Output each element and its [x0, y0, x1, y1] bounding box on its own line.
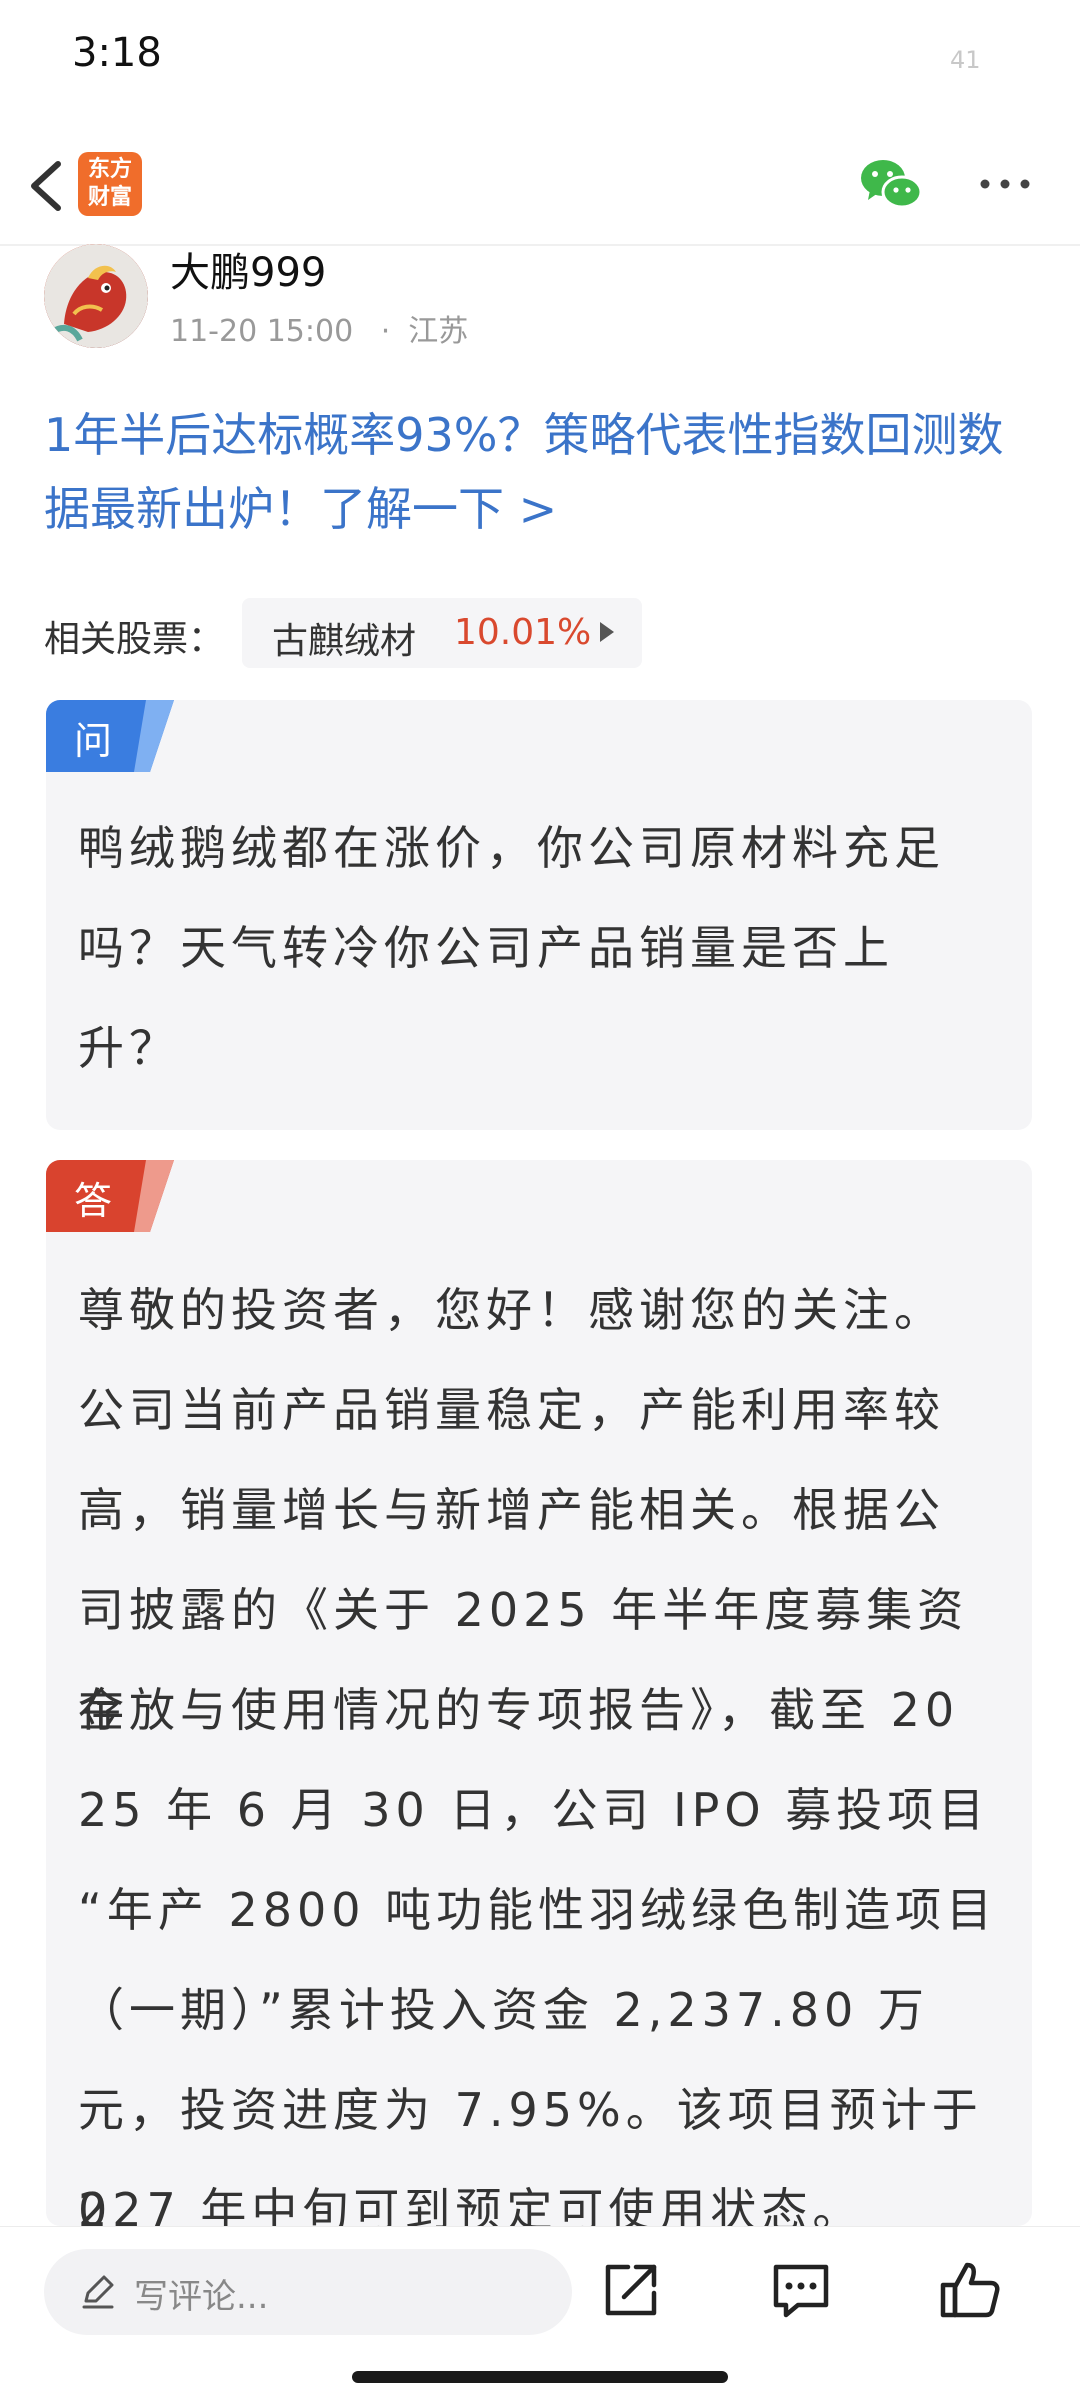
nav-bar: 东方 财富 — [0, 130, 1080, 246]
post-location: 江苏 — [408, 314, 469, 349]
question-tag-label: 问 — [74, 719, 113, 763]
app-logo[interactable]: 东方 财富 — [78, 152, 142, 216]
share-icon — [605, 2264, 657, 2316]
question-line: 鸭绒鹅绒都在涨价，你公司原材料充足 — [78, 821, 945, 875]
stock-change: 10.01% — [454, 612, 592, 653]
answer-line: 027 年中旬可到预定可使用状态。 — [78, 2183, 864, 2226]
status-bar: 3:18 41 — [0, 0, 1080, 120]
logo-line-1: 东方 — [87, 157, 132, 182]
thumbs-up-icon — [940, 2262, 1000, 2318]
answer-card: 答 尊敬的投资者，您好！感谢您的关注。 公司当前产品销量稳定，产能利用率较 高，… — [46, 1160, 1032, 2226]
answer-line: 高，销量增长与新增产能相关。根据公 — [78, 1483, 945, 1537]
post-date: 11-20 15:00 — [170, 314, 354, 349]
chevron-left-icon — [31, 161, 61, 211]
avatar[interactable] — [44, 244, 148, 348]
comment-input[interactable]: 写评论... — [44, 2249, 572, 2335]
play-arrow-icon — [600, 622, 614, 642]
promo-link[interactable]: 1年半后达标概率93%？策略代表性指数回测数据最新出炉！了解一下 > — [44, 398, 1044, 546]
answer-line: “年产 2800 吨功能性羽绒绿色制造项目 — [78, 1883, 998, 1937]
author-meta: 11-20 15:00 · 江苏 — [170, 306, 486, 350]
author-name[interactable]: 大鹏999 — [170, 240, 326, 298]
share-button[interactable] — [598, 2257, 664, 2323]
pen-icon — [82, 2275, 114, 2309]
answer-line: 公司当前产品销量稳定，产能利用率较 — [78, 1383, 945, 1437]
answer-line: 25 年 6 月 30 日，公司 IPO 募投项目 — [78, 1783, 990, 1837]
question-line: 吗？天气转冷你公司产品销量是否上 — [78, 921, 894, 975]
back-button[interactable] — [18, 150, 74, 222]
status-badge: 41 — [950, 46, 981, 74]
related-stocks-label: 相关股票： — [44, 619, 225, 660]
answer-line: 尊敬的投资者，您好！感谢您的关注。 — [78, 1283, 945, 1337]
stock-name: 古麒绒材 — [272, 621, 417, 662]
comment-placeholder: 写评论... — [134, 2277, 269, 2317]
message-icon — [773, 2264, 829, 2318]
question-card: 问 鸭绒鹅绒都在涨价，你公司原材料充足 吗？天气转冷你公司产品销量是否上 升？ — [46, 700, 1032, 1130]
question-line: 升？ — [78, 1021, 180, 1075]
related-stocks: 相关股票： 古麒绒材 10.01% — [44, 598, 1044, 668]
answer-line: （一期）”累计投入资金 2,237.80 万 — [78, 1983, 929, 2037]
answer-tag-label: 答 — [74, 1179, 113, 1223]
wechat-icon — [861, 160, 923, 209]
author-row: 大鹏999 11-20 15:00 · 江苏 — [0, 240, 1080, 350]
avatar-dragon-image — [44, 244, 148, 348]
comments-button[interactable] — [768, 2257, 834, 2323]
question-tag: 问 — [46, 700, 176, 772]
answer-line: 存放与使用情况的专项报告》，截至 20 — [78, 1683, 960, 1737]
stock-chip[interactable]: 古麒绒材 10.01% — [242, 598, 642, 668]
meta-separator: · — [380, 314, 391, 349]
answer-tag: 答 — [46, 1160, 176, 1232]
more-button[interactable] — [975, 164, 1035, 204]
status-time: 3:18 — [72, 30, 162, 76]
like-button[interactable] — [935, 2255, 1005, 2325]
wechat-share-button[interactable] — [858, 152, 924, 218]
home-indicator — [352, 2371, 728, 2383]
logo-line-2: 财富 — [87, 185, 132, 210]
more-dots-icon — [980, 179, 1030, 189]
